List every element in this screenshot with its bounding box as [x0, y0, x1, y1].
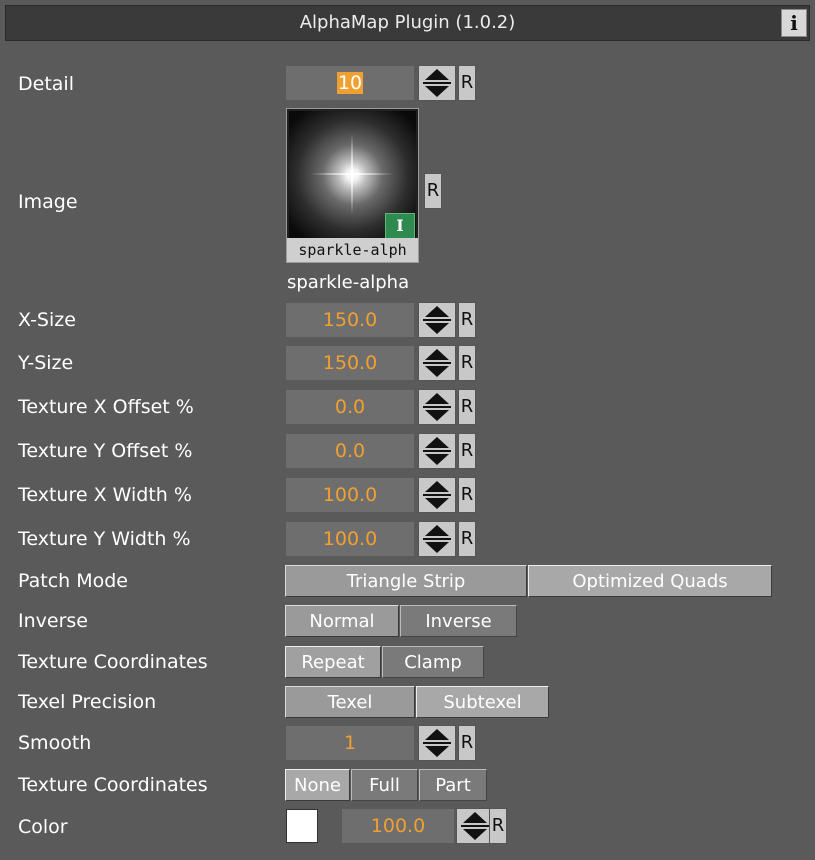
- image-name: sparkle-alpha: [287, 272, 410, 293]
- x-size-field[interactable]: 150.0: [286, 303, 414, 337]
- detail-label: Detail: [18, 73, 74, 95]
- image-reset-button[interactable]: R: [424, 173, 442, 209]
- texture-coordinates-clamp-button[interactable]: Clamp: [382, 646, 484, 678]
- detail-spinner-icon[interactable]: [418, 65, 456, 101]
- texture-x-offset-reset-button[interactable]: R: [458, 389, 476, 425]
- x-size-spinner-icon[interactable]: [418, 302, 456, 338]
- y-size-reset-button[interactable]: R: [458, 345, 476, 381]
- texture-coordinates-part-button[interactable]: Part: [419, 769, 487, 801]
- texture-coordinates-none-button[interactable]: None: [285, 769, 350, 801]
- texture-y-width-reset-button[interactable]: R: [458, 521, 476, 557]
- y-size-spinner-icon[interactable]: [418, 345, 456, 381]
- smooth-spinner-icon[interactable]: [418, 725, 456, 761]
- texture-y-width-label: Texture Y Width %: [18, 528, 191, 550]
- plugin-title-bar: AlphaMap Plugin (1.0.2) i: [5, 5, 810, 41]
- image-label: Image: [18, 191, 78, 213]
- texture-x-offset-field[interactable]: 0.0: [286, 390, 414, 424]
- detail-field[interactable]: 10: [286, 66, 414, 100]
- y-size-field[interactable]: 150.0: [286, 346, 414, 380]
- texture-coordinates-mode-label: Texture Coordinates: [18, 774, 208, 796]
- texture-x-offset-spinner-icon[interactable]: [418, 389, 456, 425]
- y-size-label: Y-Size: [18, 352, 74, 374]
- patch-mode-optimized-quads-button[interactable]: Optimized Quads: [528, 565, 772, 597]
- texture-x-width-spinner-icon[interactable]: [418, 477, 456, 513]
- texture-coordinates-repeat-button[interactable]: Repeat: [285, 646, 381, 678]
- texture-x-width-field[interactable]: 100.0: [286, 478, 414, 512]
- inverse-label: Inverse: [18, 610, 88, 632]
- plugin-title: AlphaMap Plugin (1.0.2): [299, 12, 516, 33]
- patch-mode-triangle-strip-button[interactable]: Triangle Strip: [285, 565, 527, 597]
- image-thumbnail[interactable]: I sparkle-alph: [286, 108, 419, 263]
- texture-coordinates-wrap-label: Texture Coordinates: [18, 651, 208, 673]
- texture-coordinates-full-button[interactable]: Full: [351, 769, 418, 801]
- texture-x-width-label: Texture X Width %: [18, 484, 192, 506]
- color-alpha-field[interactable]: 100.0: [342, 809, 454, 843]
- detail-value: 10: [336, 72, 364, 94]
- texel-precision-texel-button[interactable]: Texel: [285, 686, 415, 718]
- color-swatch[interactable]: [286, 809, 318, 843]
- texture-x-width-reset-button[interactable]: R: [458, 477, 476, 513]
- image-thumb-caption: sparkle-alph: [287, 238, 418, 262]
- color-label: Color: [18, 816, 68, 838]
- smooth-field[interactable]: 1: [286, 726, 414, 760]
- texel-precision-subtexel-button[interactable]: Subtexel: [416, 686, 549, 718]
- texture-y-offset-reset-button[interactable]: R: [458, 433, 476, 469]
- image-info-icon[interactable]: I: [385, 213, 415, 239]
- info-icon[interactable]: i: [781, 9, 807, 37]
- smooth-reset-button[interactable]: R: [458, 725, 476, 761]
- texture-y-width-field[interactable]: 100.0: [286, 522, 414, 556]
- x-size-reset-button[interactable]: R: [458, 302, 476, 338]
- detail-reset-button[interactable]: R: [458, 65, 476, 101]
- inverse-normal-button[interactable]: Normal: [285, 605, 399, 637]
- smooth-label: Smooth: [18, 732, 92, 754]
- texel-precision-label: Texel Precision: [18, 691, 157, 713]
- texture-y-offset-label: Texture Y Offset %: [18, 440, 193, 462]
- patch-mode-label: Patch Mode: [18, 570, 128, 592]
- inverse-inverse-button[interactable]: Inverse: [400, 605, 517, 637]
- texture-y-width-spinner-icon[interactable]: [418, 521, 456, 557]
- sparkle-ray-vertical: [351, 133, 353, 215]
- color-reset-button[interactable]: R: [489, 808, 507, 844]
- texture-x-offset-label: Texture X Offset %: [18, 396, 194, 418]
- texture-y-offset-spinner-icon[interactable]: [418, 433, 456, 469]
- x-size-label: X-Size: [18, 309, 76, 331]
- texture-y-offset-field[interactable]: 0.0: [286, 434, 414, 468]
